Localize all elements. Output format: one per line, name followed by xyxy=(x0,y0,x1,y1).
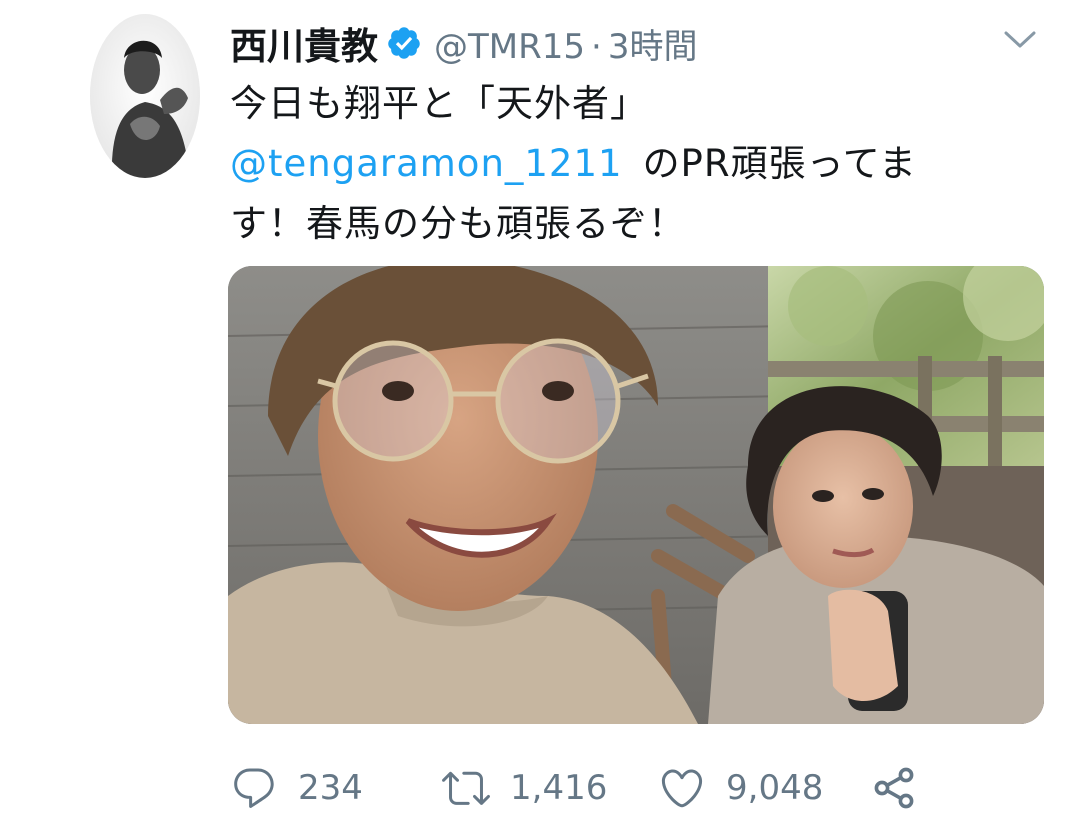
tweet-text-line-2: @tengaramon_1211 のPR頑張ってま xyxy=(230,134,1020,194)
tweet-text-line-3: す！春馬の分も頑張るぞ！ xyxy=(230,202,686,245)
tweet-photo[interactable] xyxy=(228,266,1044,724)
share-icon xyxy=(870,764,918,812)
retweet-count: 1,416 xyxy=(510,768,608,808)
tweet-text: 今日も翔平と「天外者」 @tengaramon_1211 のPR頑張ってま す！春… xyxy=(230,74,1020,254)
share-button[interactable] xyxy=(870,758,918,818)
reply-icon xyxy=(230,764,278,812)
tweet-time[interactable]: 3時間 xyxy=(608,27,698,67)
like-button[interactable]: 9,048 xyxy=(658,758,823,818)
author-handle[interactable]: @TMR15 xyxy=(434,27,585,67)
tweet-header: 西川貴教 @TMR15 · 3時間 xyxy=(230,18,697,68)
photo-illustration xyxy=(228,266,1044,724)
meta-separator: · xyxy=(591,26,602,67)
reply-count: 234 xyxy=(298,768,363,808)
retweet-button[interactable]: 1,416 xyxy=(442,758,607,818)
reply-button[interactable]: 234 xyxy=(230,758,363,818)
mention-link[interactable]: @tengaramon_1211 xyxy=(230,142,623,185)
author-name[interactable]: 西川貴教 xyxy=(230,16,378,70)
tweet-meta: @TMR15 · 3時間 xyxy=(434,19,697,68)
like-count: 9,048 xyxy=(726,768,824,808)
retweet-icon xyxy=(442,764,490,812)
verified-badge-icon xyxy=(386,25,422,61)
tweet-actions: 234 1,416 9,048 xyxy=(230,758,930,818)
avatar[interactable] xyxy=(90,14,200,178)
heart-icon xyxy=(658,764,706,812)
tweet-text-line-1: 今日も翔平と「天外者」 xyxy=(230,82,648,125)
avatar-photo xyxy=(90,14,200,178)
tweet-text-line-2-rest: のPR頑張ってま xyxy=(642,142,917,185)
tweet[interactable]: 西川貴教 @TMR15 · 3時間 今日も翔平と「天外者」 @tengaramon_… xyxy=(0,0,1080,837)
chevron-down-icon[interactable] xyxy=(1000,24,1040,54)
